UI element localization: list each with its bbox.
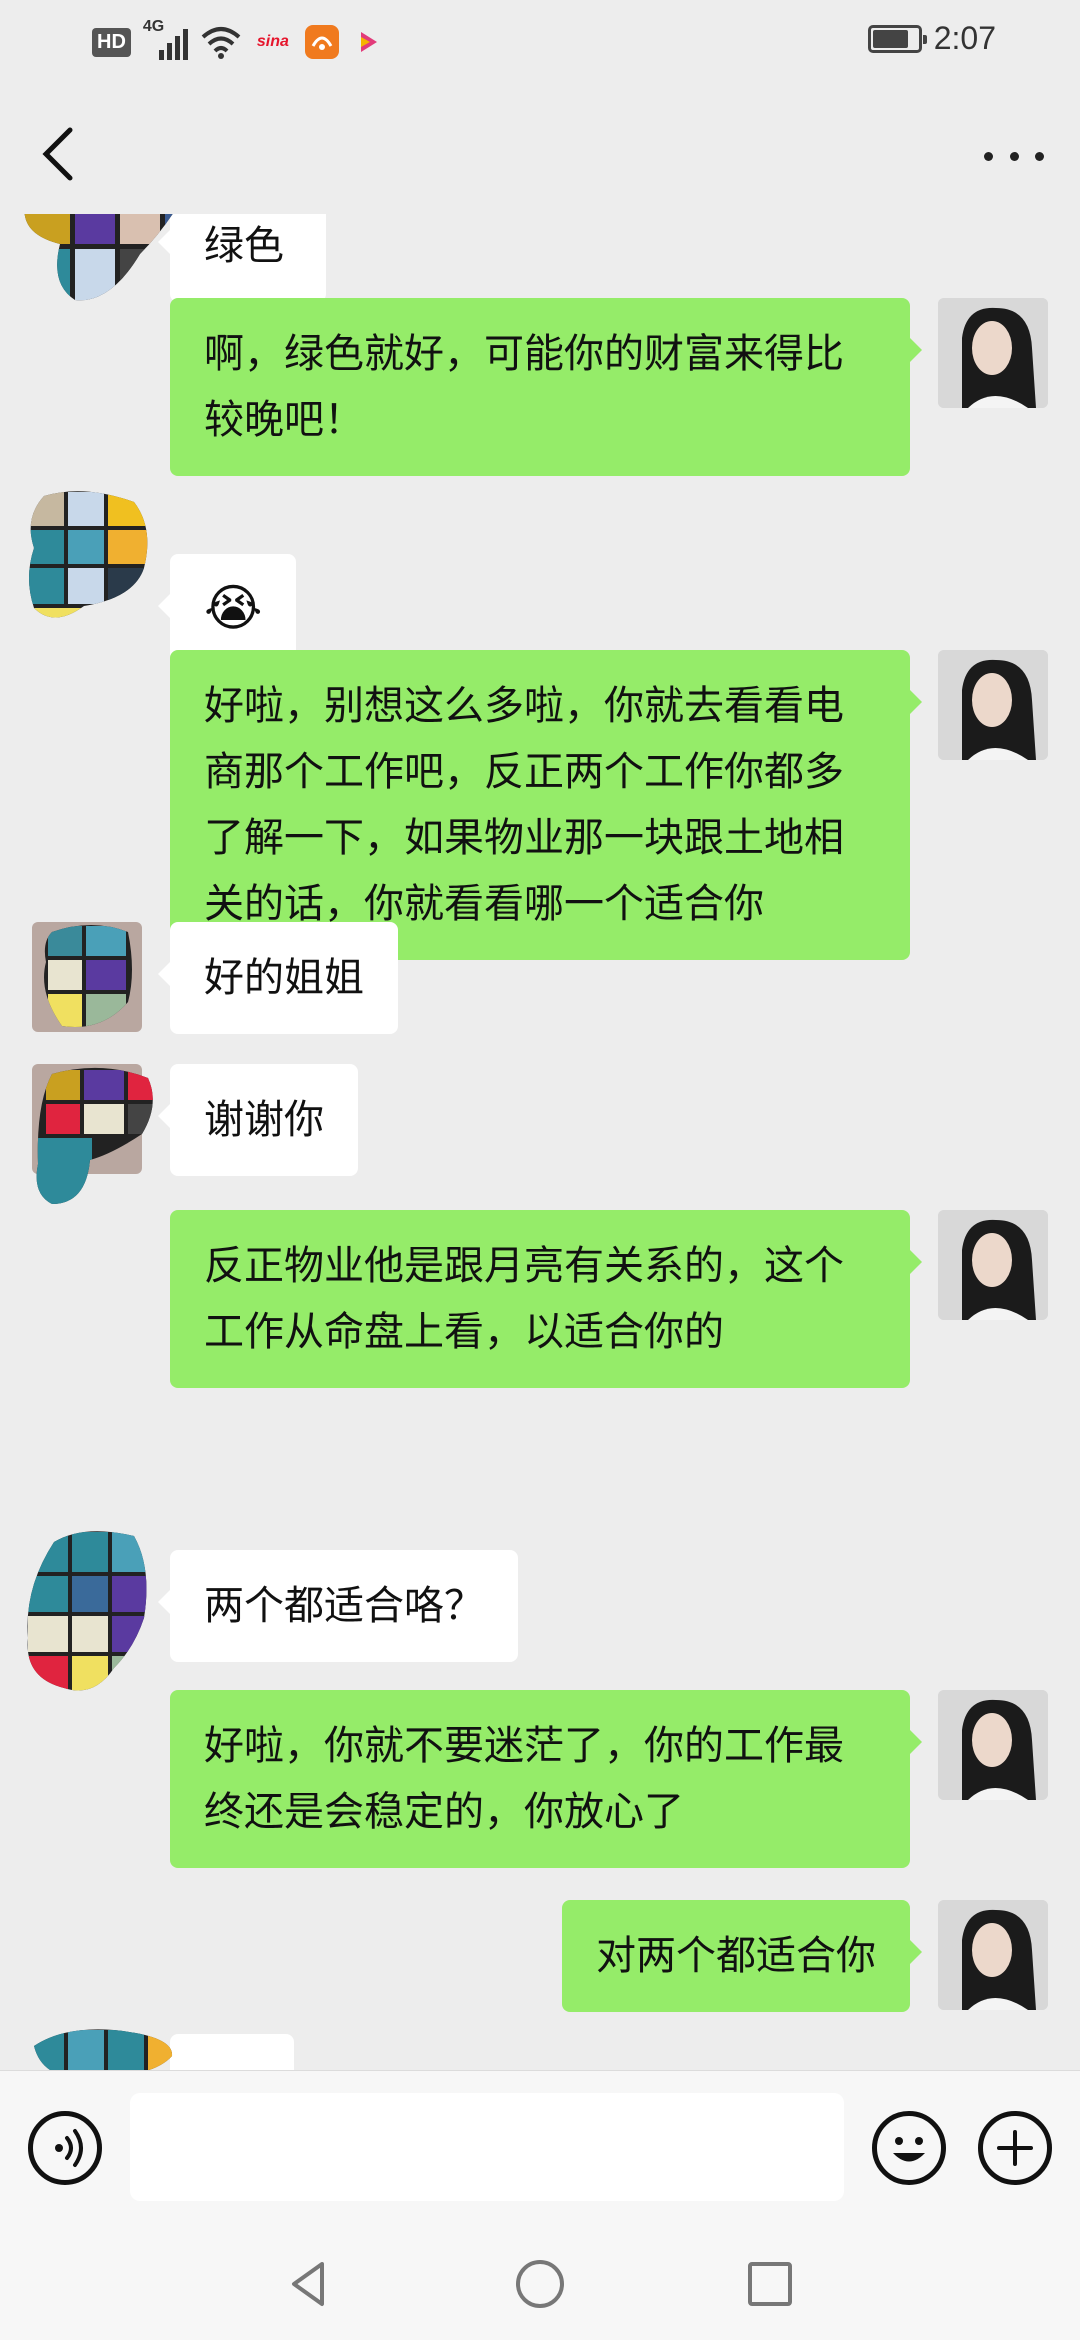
contact-avatar-redacted[interactable]	[20, 214, 210, 304]
status-bar: HD 4G sina 2:07	[0, 0, 1080, 84]
circle-home-icon[interactable]	[512, 2256, 568, 2312]
sina-icon: sina	[256, 33, 289, 50]
chat-header	[0, 84, 1080, 214]
contact-avatar-redacted[interactable]	[24, 488, 154, 628]
video-app-icon	[351, 25, 385, 59]
my-avatar[interactable]	[938, 1900, 1048, 2010]
contact-avatar-redacted[interactable]	[24, 2026, 174, 2070]
message-bubble-received[interactable]: 两个都适合咯？	[158, 1550, 518, 1662]
battery-icon	[867, 24, 927, 53]
my-avatar[interactable]	[938, 1210, 1048, 1320]
chat-message-list[interactable]: 绿色 啊，绿色就好，可能你的财富来得比较晚吧！ 😭 好啦，别想这么多啦，你就去看…	[0, 214, 1080, 2070]
status-time: 2:07	[933, 20, 996, 56]
hd-indicator: HD	[92, 27, 131, 57]
my-avatar[interactable]	[938, 1690, 1048, 1800]
uc-browser-icon	[304, 25, 339, 59]
smiley-icon[interactable]	[872, 2111, 946, 2185]
message-bubble-received[interactable]: 好的姐姐	[158, 922, 398, 1034]
chevron-left-icon[interactable]	[36, 124, 80, 184]
my-avatar[interactable]	[938, 650, 1048, 760]
contact-avatar-redacted[interactable]	[24, 1528, 154, 1698]
system-navigation-bar	[0, 2226, 1080, 2340]
message-bubble-sent[interactable]: 好啦，别想这么多啦，你就去看看电商那个工作吧，反正两个工作你都多了解一下，如果物…	[170, 650, 922, 960]
contact-avatar-redacted[interactable]	[32, 1064, 162, 1214]
network-type-label: 4G	[142, 18, 165, 35]
voice-icon[interactable]	[28, 2111, 102, 2185]
my-avatar[interactable]	[938, 298, 1048, 408]
message-bubble-sent[interactable]: 反正物业他是跟月亮有关系的，这个工作从命盘上看，以适合你的	[170, 1210, 922, 1388]
message-bubble-received-partial[interactable]	[170, 2034, 294, 2070]
more-dots-icon[interactable]	[984, 144, 1044, 168]
message-bubble-sent[interactable]: 好啦，你就不要迷茫了，你的工作最终还是会稳定的，你放心了	[170, 1690, 922, 1868]
message-bubble-received[interactable]: 😭	[157, 554, 297, 662]
plus-icon[interactable]	[978, 2111, 1052, 2185]
signal-icon: 4G	[143, 18, 189, 62]
message-bubble-sent[interactable]: 对两个都适合你	[562, 1900, 922, 2012]
message-input[interactable]	[130, 2093, 844, 2201]
contact-avatar-redacted[interactable]	[32, 922, 142, 1032]
wifi-icon	[201, 27, 241, 59]
message-bubble-received[interactable]: 谢谢你	[158, 1064, 358, 1176]
chat-input-bar	[0, 2070, 1080, 2226]
message-bubble-sent[interactable]: 啊，绿色就好，可能你的财富来得比较晚吧！	[170, 298, 922, 476]
triangle-back-icon[interactable]	[282, 2256, 338, 2312]
square-recents-icon[interactable]	[742, 2256, 798, 2312]
